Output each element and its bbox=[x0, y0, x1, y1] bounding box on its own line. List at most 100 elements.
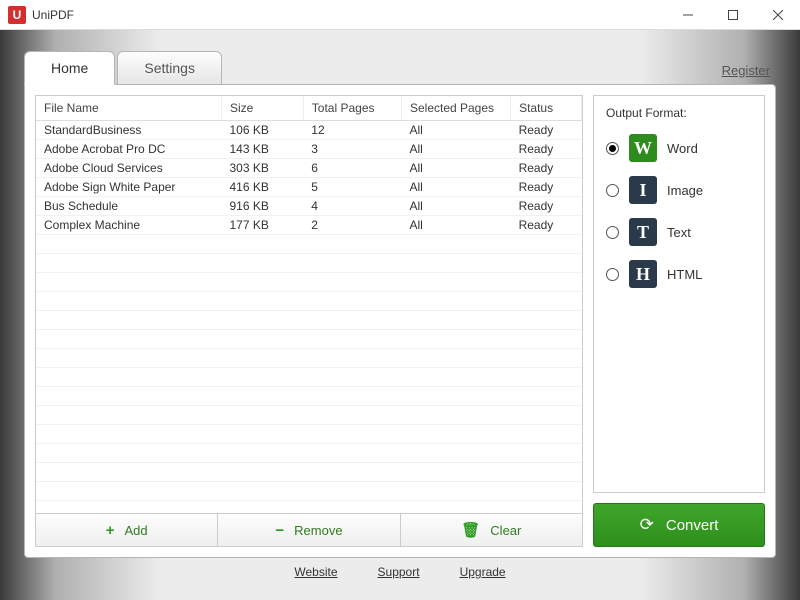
cell-pages: 3 bbox=[303, 140, 401, 159]
tab-home[interactable]: Home bbox=[24, 51, 115, 85]
cell-size: 143 KB bbox=[221, 140, 303, 159]
cell-status: Ready bbox=[511, 197, 582, 216]
content-panel: File Name Size Total Pages Selected Page… bbox=[24, 84, 776, 558]
format-label: Text bbox=[667, 225, 691, 240]
cell-pages: 2 bbox=[303, 216, 401, 235]
table-row-empty bbox=[36, 444, 582, 463]
table-row-empty bbox=[36, 368, 582, 387]
cell-selected: All bbox=[401, 178, 510, 197]
table-row-empty bbox=[36, 311, 582, 330]
convert-label: Convert bbox=[666, 517, 719, 534]
cell-pages: 6 bbox=[303, 159, 401, 178]
cell-name: StandardBusiness bbox=[36, 121, 221, 140]
minimize-button[interactable] bbox=[665, 0, 710, 30]
col-status[interactable]: Status bbox=[511, 96, 582, 121]
format-icon-text: T bbox=[629, 218, 657, 246]
clear-button[interactable]: 🗑 Clear bbox=[401, 514, 582, 546]
table-row[interactable]: Adobe Sign White Paper416 KB5AllReady bbox=[36, 178, 582, 197]
action-bar: +Add −Remove 🗑 Clear bbox=[35, 514, 583, 547]
cell-size: 916 KB bbox=[221, 197, 303, 216]
table-row[interactable]: StandardBusiness106 KB12AllReady bbox=[36, 121, 582, 140]
cell-size: 106 KB bbox=[221, 121, 303, 140]
format-option-word[interactable]: WWord bbox=[606, 134, 752, 162]
table-row-empty bbox=[36, 292, 582, 311]
table-row-empty bbox=[36, 406, 582, 425]
radio-icon bbox=[606, 142, 619, 155]
table-row-empty bbox=[36, 235, 582, 254]
cell-selected: All bbox=[401, 140, 510, 159]
format-label: HTML bbox=[667, 267, 702, 282]
clear-label: Clear bbox=[490, 523, 521, 538]
cell-pages: 12 bbox=[303, 121, 401, 140]
cell-size: 303 KB bbox=[221, 159, 303, 178]
cell-name: Adobe Cloud Services bbox=[36, 159, 221, 178]
table-row-empty bbox=[36, 482, 582, 501]
table-row[interactable]: Adobe Cloud Services303 KB6AllReady bbox=[36, 159, 582, 178]
format-label: Image bbox=[667, 183, 703, 198]
app-title: UniPDF bbox=[32, 8, 74, 22]
output-format-box: Output Format: WWord I Image T Text H HTML bbox=[593, 95, 765, 493]
table-row-empty bbox=[36, 254, 582, 273]
col-total-pages[interactable]: Total Pages bbox=[303, 96, 401, 121]
cell-name: Complex Machine bbox=[36, 216, 221, 235]
table-row-empty bbox=[36, 463, 582, 482]
col-selected-pages[interactable]: Selected Pages bbox=[401, 96, 510, 121]
cell-status: Ready bbox=[511, 159, 582, 178]
col-filename[interactable]: File Name bbox=[36, 96, 221, 121]
cell-selected: All bbox=[401, 197, 510, 216]
table-header-row: File Name Size Total Pages Selected Page… bbox=[36, 96, 582, 121]
table-row-empty bbox=[36, 273, 582, 292]
titlebar: U UniPDF bbox=[0, 0, 800, 30]
table-row[interactable]: Complex Machine177 KB2AllReady bbox=[36, 216, 582, 235]
format-icon-image: I bbox=[629, 176, 657, 204]
cell-selected: All bbox=[401, 121, 510, 140]
radio-icon bbox=[606, 268, 619, 281]
cell-size: 177 KB bbox=[221, 216, 303, 235]
maximize-button[interactable] bbox=[710, 0, 755, 30]
file-table[interactable]: File Name Size Total Pages Selected Page… bbox=[35, 95, 583, 514]
close-button[interactable] bbox=[755, 0, 800, 30]
table-row[interactable]: Bus Schedule916 KB4AllReady bbox=[36, 197, 582, 216]
cell-name: Adobe Sign White Paper bbox=[36, 178, 221, 197]
minus-icon: − bbox=[275, 522, 284, 539]
footer: Website Support Upgrade bbox=[24, 558, 776, 586]
output-column: Output Format: WWord I Image T Text H HTML ⟳ C… bbox=[593, 95, 765, 547]
refresh-icon: ⟳ bbox=[640, 515, 654, 535]
format-option-text[interactable]: T Text bbox=[606, 218, 752, 246]
cell-status: Ready bbox=[511, 178, 582, 197]
cell-pages: 4 bbox=[303, 197, 401, 216]
output-format-title: Output Format: bbox=[606, 106, 752, 120]
cell-size: 416 KB bbox=[221, 178, 303, 197]
table-row-empty bbox=[36, 387, 582, 406]
add-label: Add bbox=[124, 523, 147, 538]
table-row[interactable]: Adobe Acrobat Pro DC143 KB3AllReady bbox=[36, 140, 582, 159]
table-row-empty bbox=[36, 349, 582, 368]
table-row-empty bbox=[36, 425, 582, 444]
cell-status: Ready bbox=[511, 121, 582, 140]
cell-status: Ready bbox=[511, 140, 582, 159]
convert-button[interactable]: ⟳ Convert bbox=[593, 503, 765, 547]
format-label: Word bbox=[667, 141, 698, 156]
cell-status: Ready bbox=[511, 216, 582, 235]
radio-icon bbox=[606, 226, 619, 239]
register-link[interactable]: Register bbox=[722, 63, 770, 78]
cell-selected: All bbox=[401, 216, 510, 235]
add-button[interactable]: +Add bbox=[36, 514, 218, 546]
tab-settings[interactable]: Settings bbox=[117, 51, 222, 85]
cell-selected: All bbox=[401, 159, 510, 178]
table-row-empty bbox=[36, 330, 582, 349]
format-option-image[interactable]: I Image bbox=[606, 176, 752, 204]
file-list-column: File Name Size Total Pages Selected Page… bbox=[35, 95, 583, 547]
app-icon: U bbox=[8, 6, 26, 24]
website-link[interactable]: Website bbox=[294, 565, 337, 579]
format-option-html[interactable]: H HTML bbox=[606, 260, 752, 288]
format-icon-html: H bbox=[629, 260, 657, 288]
trash-icon: 🗑 bbox=[461, 521, 480, 539]
remove-label: Remove bbox=[294, 523, 342, 538]
col-size[interactable]: Size bbox=[221, 96, 303, 121]
support-link[interactable]: Support bbox=[378, 565, 420, 579]
radio-icon bbox=[606, 184, 619, 197]
cell-name: Adobe Acrobat Pro DC bbox=[36, 140, 221, 159]
upgrade-link[interactable]: Upgrade bbox=[460, 565, 506, 579]
remove-button[interactable]: −Remove bbox=[218, 514, 400, 546]
